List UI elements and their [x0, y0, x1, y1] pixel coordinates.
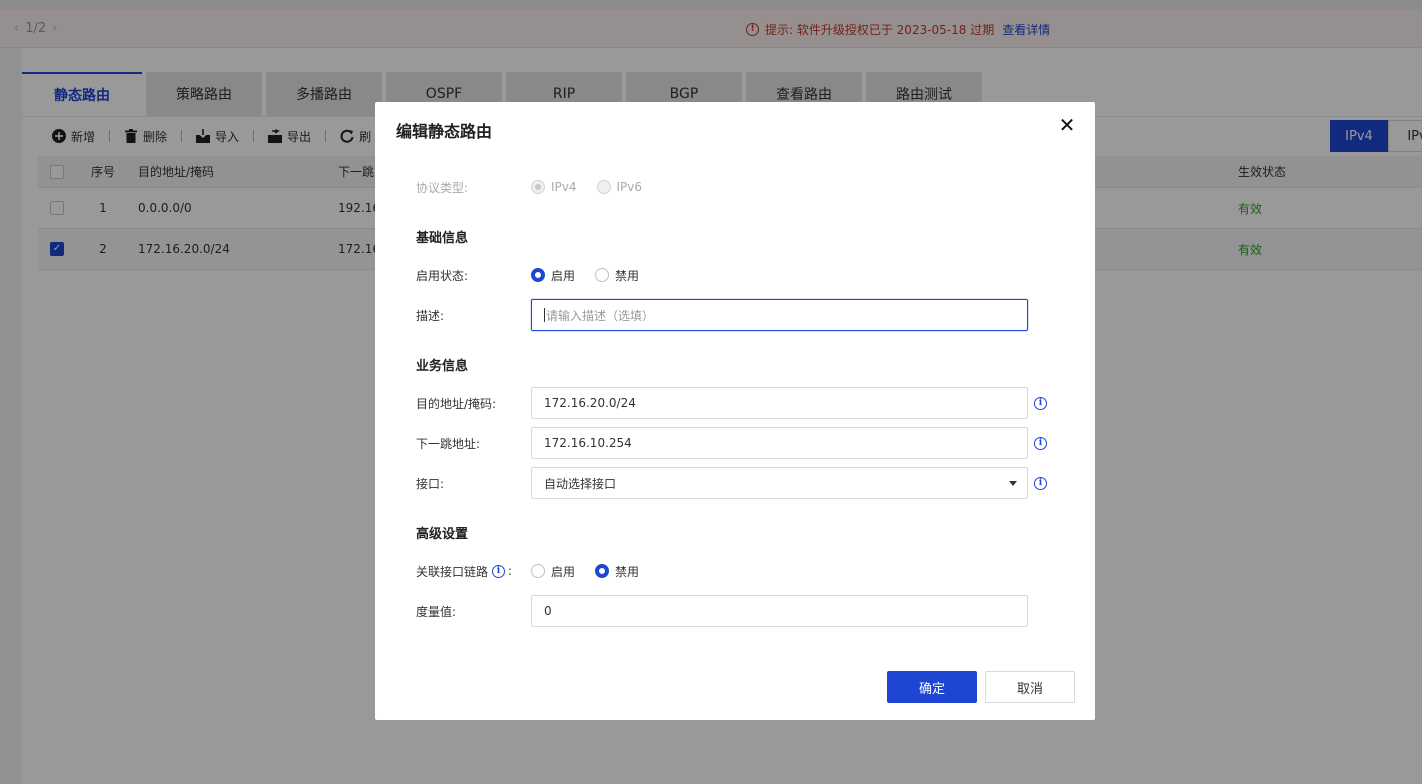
nexthop-info-icon[interactable]: i: [1034, 436, 1047, 450]
link-label: 关联接口链路: [416, 564, 489, 579]
link-info-icon[interactable]: i: [492, 564, 506, 578]
section-advanced: 高级设置: [416, 527, 469, 542]
description-row: 描述: 请输入描述（选填）: [416, 299, 1028, 331]
radio-dot: [531, 564, 545, 578]
cancel-button[interactable]: 取消: [985, 671, 1075, 703]
metric-value: 0: [544, 604, 552, 618]
radio-label: IPv6: [616, 180, 643, 194]
radio-label: IPv4: [551, 180, 577, 194]
dialog-title: 编辑静态路由: [396, 122, 493, 141]
protocol-label: 协议类型:: [416, 180, 469, 195]
nexthop-row: 下一跳地址: 172.16.10.254 i: [416, 427, 1047, 459]
enable-off-radio[interactable]: 禁用: [595, 267, 639, 284]
radio-label: 启用: [551, 268, 576, 283]
interface-value: 自动选择接口: [544, 476, 617, 491]
close-icon[interactable]: ✕: [1058, 115, 1076, 135]
protocol-row: 协议类型: IPv4 IPv6: [416, 171, 652, 203]
interface-label: 接口:: [416, 476, 445, 491]
radio-dot: [531, 180, 545, 194]
enable-on-radio[interactable]: 启用: [531, 267, 575, 284]
enable-label: 启用状态:: [416, 268, 469, 283]
link-off-radio[interactable]: 禁用: [595, 563, 639, 580]
interface-info-icon[interactable]: i: [1034, 476, 1047, 490]
radio-dot: [596, 180, 611, 194]
protocol-ipv4-radio: IPv4: [531, 180, 577, 194]
link-label-wrap: 关联接口链路 i :: [416, 563, 531, 580]
link-on-radio[interactable]: 启用: [531, 563, 575, 580]
link-label-colon: :: [508, 564, 513, 578]
interface-row: 接口: 自动选择接口 i: [416, 467, 1047, 499]
nexthop-label: 下一跳地址:: [416, 436, 481, 451]
destination-value: 172.16.20.0/24: [544, 396, 636, 410]
description-label: 描述:: [416, 308, 445, 323]
description-placeholder: 请输入描述（选填）: [546, 308, 655, 323]
destination-info-icon[interactable]: i: [1034, 396, 1047, 410]
radio-label: 启用: [551, 564, 576, 579]
radio-dot: [531, 268, 545, 282]
text-caret: [544, 308, 545, 322]
confirm-button[interactable]: 确定: [887, 671, 977, 703]
radio-dot: [595, 268, 610, 282]
description-input[interactable]: 请输入描述（选填）: [531, 299, 1028, 331]
metric-row: 度量值: 0: [416, 595, 1028, 627]
radio-label: 禁用: [615, 268, 640, 283]
interface-select[interactable]: 自动选择接口: [531, 467, 1028, 499]
section-business-info: 业务信息: [416, 359, 469, 374]
enable-row: 启用状态: 启用 禁用: [416, 259, 649, 291]
edit-static-route-dialog: 编辑静态路由 ✕ 协议类型: IPv4 IPv6 基础信息 启用状态: 启用 禁…: [375, 102, 1095, 720]
nexthop-input[interactable]: 172.16.10.254: [531, 427, 1028, 459]
chevron-down-icon: [1009, 481, 1017, 486]
destination-input[interactable]: 172.16.20.0/24: [531, 387, 1028, 419]
destination-label: 目的地址/掩码:: [416, 396, 497, 411]
destination-row: 目的地址/掩码: 172.16.20.0/24 i: [416, 387, 1047, 419]
radio-dot: [595, 564, 610, 578]
link-row: 关联接口链路 i : 启用 禁用: [416, 555, 649, 587]
protocol-ipv6-radio: IPv6: [596, 180, 643, 194]
radio-label: 禁用: [615, 564, 640, 579]
section-basic-info: 基础信息: [416, 231, 469, 246]
nexthop-value: 172.16.10.254: [544, 436, 632, 450]
metric-input[interactable]: 0: [531, 595, 1028, 627]
metric-label: 度量值:: [416, 604, 457, 619]
